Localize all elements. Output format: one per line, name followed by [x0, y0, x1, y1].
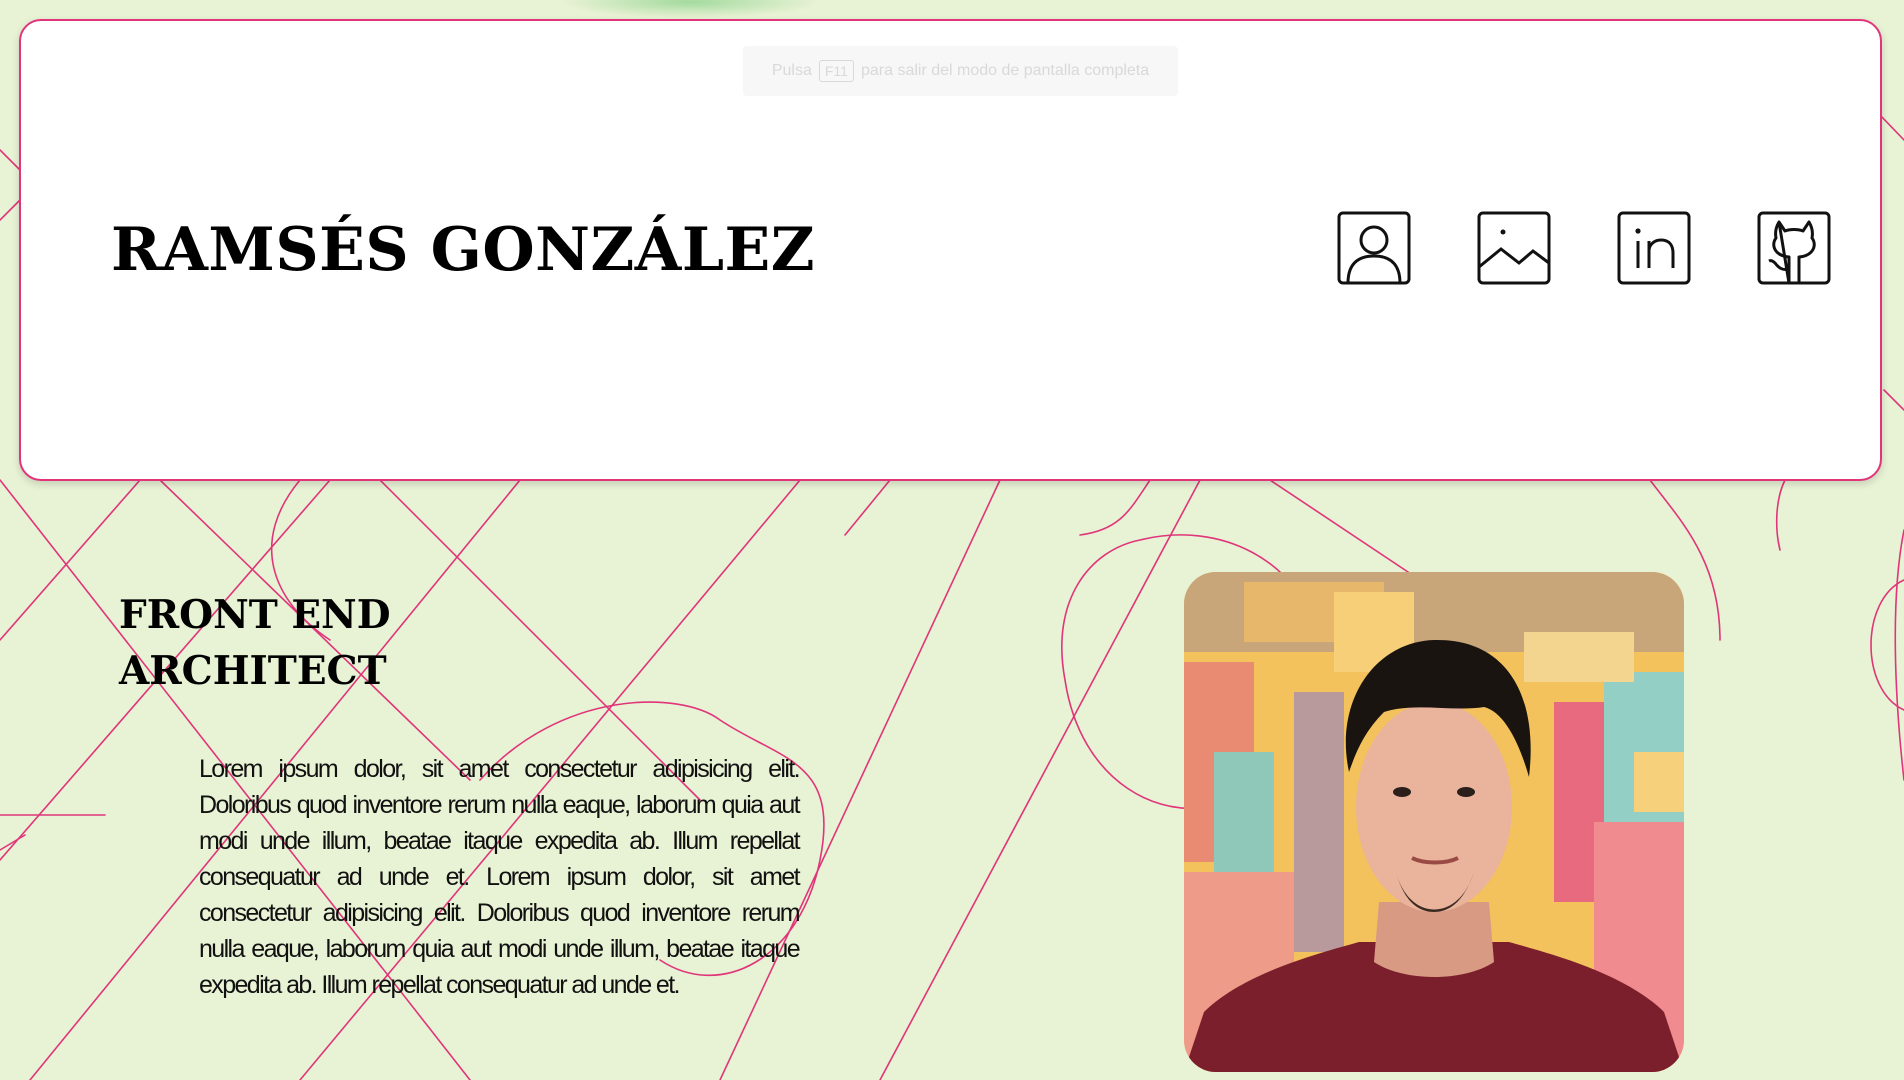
image-icon[interactable]: [1477, 211, 1551, 285]
hero-heading-line-1: FRONT END: [119, 592, 391, 638]
hero-heading-line-2: ARCHITECT: [119, 648, 387, 694]
fullscreen-toast: Pulsa F11 para salir del modo de pantall…: [743, 46, 1178, 96]
fullscreen-toast-suffix: para salir del modo de pantalla completa: [860, 62, 1150, 79]
linkedin-icon[interactable]: [1617, 211, 1691, 285]
hero-description: Lorem ipsum dolor, sit amet consectetur …: [199, 755, 801, 999]
social-nav: [1337, 211, 1831, 285]
site-title: RAMSÉS GONZÁLEZ: [111, 215, 816, 285]
fullscreen-toast-prefix: Pulsa: [771, 62, 812, 79]
top-glow: [560, 0, 820, 18]
hero-heading: FRONT END ARCHITECT: [119, 587, 391, 699]
profile-photo: [1184, 572, 1684, 1072]
header-card: Pulsa F11 para salir del modo de pantall…: [19, 19, 1882, 481]
user-icon[interactable]: [1337, 211, 1411, 285]
github-icon[interactable]: [1757, 211, 1831, 285]
fullscreen-toast-key: F11: [818, 60, 854, 82]
